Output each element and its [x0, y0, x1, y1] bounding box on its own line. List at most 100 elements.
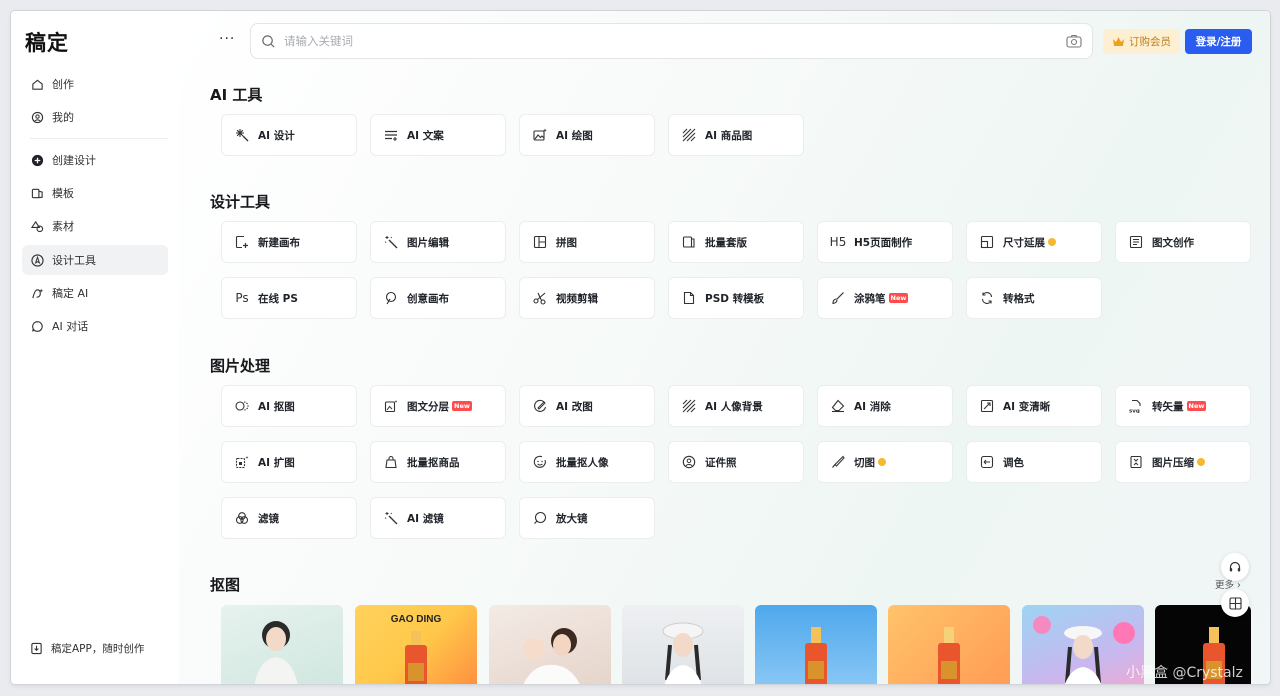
tool-ai-drawing[interactable]: AI 绘图	[519, 114, 655, 156]
new-canvas-icon	[235, 235, 249, 249]
plus-circle-icon	[30, 153, 44, 167]
download-icon	[30, 642, 43, 655]
matting-thumbnail[interactable]: GAO DING	[355, 605, 477, 684]
svg-text:svg: svg	[1129, 409, 1140, 414]
matting-thumbnail[interactable]	[622, 605, 744, 684]
knife-icon	[831, 455, 845, 469]
sidebar-item-label: 创作	[52, 78, 74, 91]
tool-ai-filter[interactable]: AI 滤镜	[370, 497, 506, 539]
customer-service-button[interactable]	[1221, 553, 1249, 581]
section-title-design-tools: 设计工具	[210, 193, 271, 211]
tool-creative-canvas[interactable]: 创意画布	[370, 277, 506, 319]
tool-video-edit[interactable]: 视频剪辑	[519, 277, 655, 319]
portrait-illustration	[254, 621, 298, 684]
tool-image-compress[interactable]: 图片压缩	[1115, 441, 1251, 483]
user-icon	[30, 110, 44, 124]
tool-batch-portrait-cutout[interactable]: 批量抠人像	[519, 441, 655, 483]
expand-icon	[235, 455, 249, 469]
tool-ai-sharpen[interactable]: AI 变清晰	[966, 385, 1102, 427]
vip-badge	[878, 458, 886, 466]
collage-icon	[533, 235, 547, 249]
tool-image-edit[interactable]: 图片编辑	[370, 221, 506, 263]
login-register-button[interactable]: 登录/注册	[1185, 29, 1252, 54]
tool-label: 图文分层	[407, 400, 449, 413]
matting-thumbnail[interactable]	[221, 605, 343, 684]
tool-magnifier[interactable]: 放大镜	[519, 497, 655, 539]
tool-label: 批量套版	[705, 236, 747, 249]
batch-icon	[682, 235, 696, 249]
tool-slice[interactable]: 切图	[817, 441, 953, 483]
tool-ai-modify-image[interactable]: AI 改图	[519, 385, 655, 427]
tool-ai-expand[interactable]: AI 扩图	[221, 441, 357, 483]
sidebar-item-templates[interactable]: 模板	[22, 178, 168, 208]
tool-id-photo[interactable]: 证件照	[668, 441, 804, 483]
tool-h5-page[interactable]: H5 H5页面制作	[817, 221, 953, 263]
tool-label: 图片编辑	[407, 236, 449, 249]
enhance-icon	[980, 399, 994, 413]
tool-color-adjust[interactable]: 调色	[966, 441, 1102, 483]
tool-ai-cutout[interactable]: AI 抠图	[221, 385, 357, 427]
sidebar-item-mine[interactable]: 我的	[22, 102, 168, 132]
sidebar-item-materials[interactable]: 素材	[22, 211, 168, 241]
tool-online-ps[interactable]: Ps 在线 PS	[221, 277, 357, 319]
vip-label: 订购会员	[1129, 36, 1171, 48]
tool-format-convert[interactable]: 转格式	[966, 277, 1102, 319]
watermark: 小黑盒 @Crystalz	[1126, 665, 1243, 681]
document-icon	[1129, 235, 1143, 249]
file-icon	[682, 291, 696, 305]
brush-icon	[831, 291, 845, 305]
tool-new-canvas[interactable]: 新建画布	[221, 221, 357, 263]
tool-batch-template[interactable]: 批量套版	[668, 221, 804, 263]
tool-label: AI 设计	[258, 129, 295, 142]
scissors-icon	[533, 291, 547, 305]
tool-filter[interactable]: 滤镜	[221, 497, 357, 539]
grid-view-button[interactable]	[1221, 589, 1249, 617]
matting-thumbnail[interactable]	[755, 605, 877, 684]
tool-collage[interactable]: 拼图	[519, 221, 655, 263]
shapes-icon	[30, 219, 44, 233]
tool-batch-product-cutout[interactable]: 批量抠商品	[370, 441, 506, 483]
tool-ai-product-image[interactable]: AI 商品图	[668, 114, 804, 156]
matting-thumbnail[interactable]	[888, 605, 1010, 684]
tool-ai-design[interactable]: AI 设计	[221, 114, 357, 156]
layers-icon	[384, 399, 398, 413]
product-bottle-illustration	[405, 631, 427, 684]
product-bottle-illustration	[805, 627, 827, 684]
face-icon	[533, 455, 547, 469]
camera-icon[interactable]	[1066, 34, 1082, 48]
tool-label: PSD 转模板	[705, 292, 765, 305]
chat-icon	[30, 319, 44, 333]
sidebar-item-create[interactable]: 创作	[22, 69, 168, 99]
tool-ai-portrait-background[interactable]: AI 人像背景	[668, 385, 804, 427]
tool-label: 切图	[854, 456, 875, 469]
more-menu-button[interactable]: ···	[219, 31, 235, 47]
search-bar[interactable]	[250, 23, 1093, 59]
sidebar-item-ai-chat[interactable]: AI 对话	[22, 311, 168, 341]
sidebar-item-label: 设计工具	[52, 254, 96, 267]
download-app-label: 稿定APP，随时创作	[51, 643, 145, 655]
tool-label: 转矢量	[1152, 400, 1184, 413]
tool-ai-eraser[interactable]: AI 消除	[817, 385, 953, 427]
sidebar-item-design-tools[interactable]: 设计工具	[22, 245, 168, 275]
tool-ai-copywriting[interactable]: AI 文案	[370, 114, 506, 156]
convert-icon	[980, 291, 994, 305]
tool-graffiti-pen[interactable]: 涂鸦笔 New	[817, 277, 953, 319]
tool-size-extend[interactable]: 尺寸延展	[966, 221, 1102, 263]
tool-graphic-creation[interactable]: 图文创作	[1115, 221, 1251, 263]
sidebar: 稿定 创作 我的 创建设计 模板 素材 设计工具 稿定 AI AI 对话 稿定A…	[11, 11, 179, 684]
ai-icon	[30, 286, 44, 300]
edit-image-icon	[533, 399, 547, 413]
subscribe-vip-button[interactable]: 订购会员	[1103, 29, 1180, 54]
sidebar-item-create-design[interactable]: 创建设计	[22, 145, 168, 175]
matting-thumbnail[interactable]	[489, 605, 611, 684]
tool-psd-to-template[interactable]: PSD 转模板	[668, 277, 804, 319]
h5-icon: H5	[829, 235, 847, 249]
download-app-link[interactable]: 稿定APP，随时创作	[30, 641, 144, 656]
sidebar-item-gaoding-ai[interactable]: 稿定 AI	[22, 278, 168, 308]
ps-icon: Ps	[235, 291, 249, 305]
search-icon	[262, 34, 275, 48]
tool-graphic-layering[interactable]: 图文分层 New	[370, 385, 506, 427]
tool-to-vector[interactable]: svg 转矢量 New	[1115, 385, 1251, 427]
search-input[interactable]	[284, 34, 1066, 48]
app-logo[interactable]: 稿定	[25, 27, 69, 57]
